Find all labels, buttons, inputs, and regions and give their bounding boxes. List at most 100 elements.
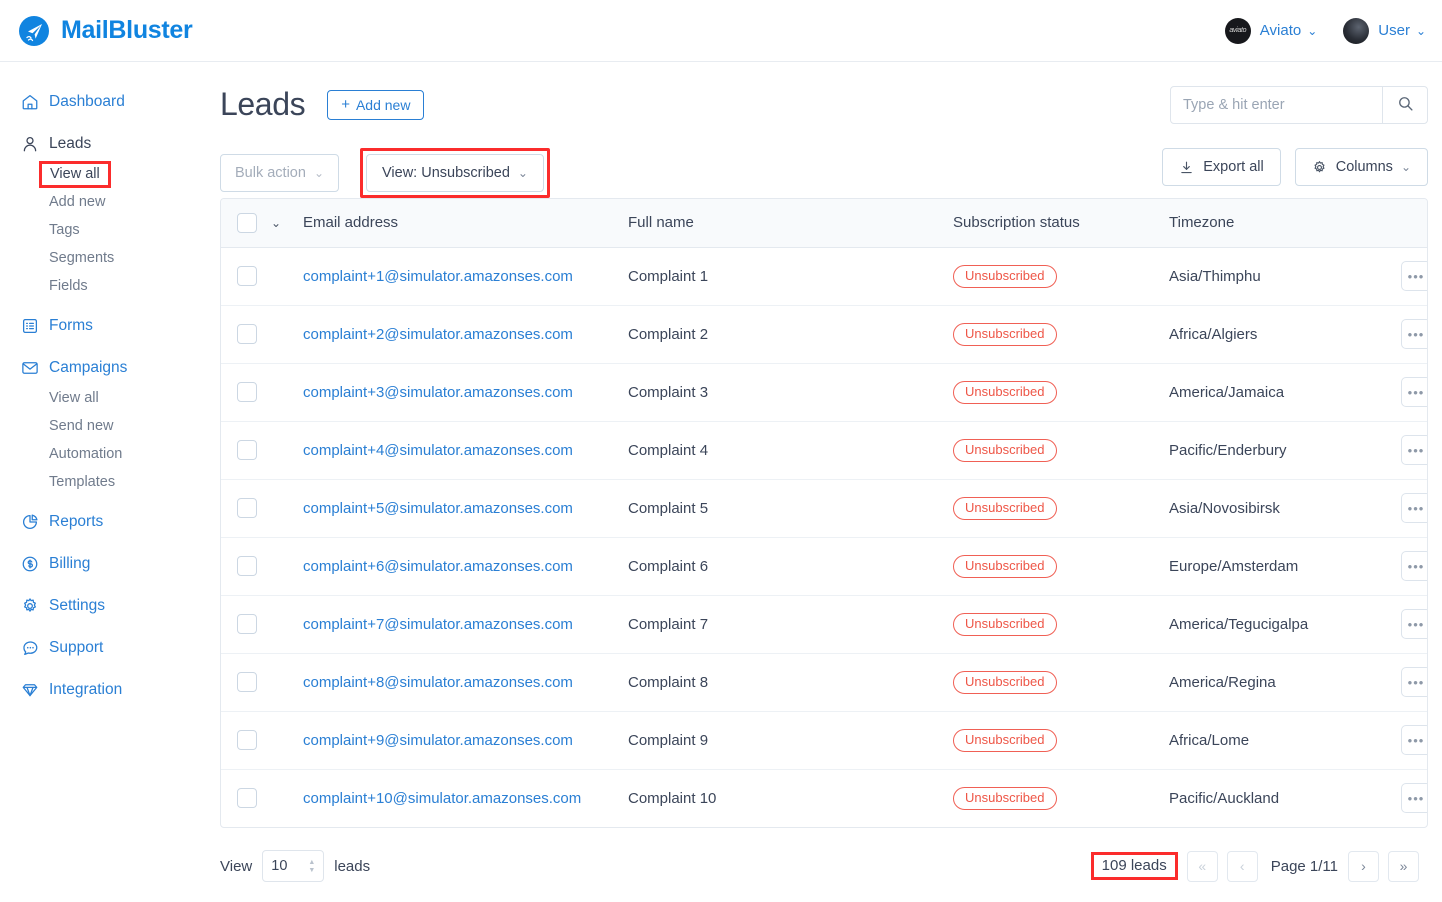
- person-icon: [20, 135, 39, 154]
- sidebar-item-support[interactable]: Support: [0, 632, 206, 664]
- stepper-arrows-icon[interactable]: ▲ ▼: [308, 859, 315, 874]
- sidebar-item-settings[interactable]: Settings: [0, 590, 206, 622]
- user-menu[interactable]: User ⌄: [1343, 17, 1426, 44]
- cell-subscription-status: Unsubscribed: [953, 247, 1169, 306]
- row-actions-button[interactable]: •••: [1401, 435, 1427, 465]
- last-page-button[interactable]: »: [1388, 850, 1419, 882]
- cell-subscription-status: Unsubscribed: [953, 479, 1169, 538]
- sidebar-item-label: Campaigns: [49, 359, 128, 376]
- row-checkbox[interactable]: [237, 556, 257, 576]
- view-filter-dropdown[interactable]: View: Unsubscribed ⌄: [366, 154, 544, 192]
- cell-actions: •••: [1401, 421, 1427, 480]
- email-link[interactable]: complaint+4@simulator.amazonses.com: [303, 442, 573, 459]
- stepper-up-icon[interactable]: ▲: [308, 859, 315, 866]
- email-link[interactable]: complaint+1@simulator.amazonses.com: [303, 268, 573, 285]
- email-link[interactable]: complaint+9@simulator.amazonses.com: [303, 732, 573, 749]
- sidebar-subitem-label: View all: [49, 390, 99, 406]
- email-link[interactable]: complaint+8@simulator.amazonses.com: [303, 674, 573, 691]
- email-link[interactable]: complaint+5@simulator.amazonses.com: [303, 500, 573, 517]
- sidebar-subitem-leads-fields[interactable]: Fields: [0, 272, 206, 300]
- row-checkbox[interactable]: [237, 324, 257, 344]
- search-input[interactable]: [1171, 87, 1382, 123]
- sidebar-subitem-leads-segments[interactable]: Segments: [0, 244, 206, 272]
- leads-table-container: ⌄ Email address Full name Subscription s…: [220, 198, 1428, 828]
- sidebar-subitem-campaigns-send-new[interactable]: Send new: [0, 412, 206, 440]
- sidebar-item-forms[interactable]: Forms: [0, 310, 206, 342]
- row-checkbox[interactable]: [237, 498, 257, 518]
- chevron-down-icon[interactable]: ⌄: [271, 216, 281, 230]
- row-checkbox[interactable]: [237, 730, 257, 750]
- row-checkbox[interactable]: [237, 614, 257, 634]
- sidebar-subitem-campaigns-templates[interactable]: Templates: [0, 468, 206, 496]
- add-new-button[interactable]: + Add new: [327, 89, 425, 120]
- prev-page-button[interactable]: ‹: [1226, 850, 1258, 882]
- sidebar-subitem-label: Tags: [49, 222, 80, 238]
- row-actions-button[interactable]: •••: [1401, 377, 1427, 407]
- bulk-action-dropdown[interactable]: Bulk action ⌄: [220, 154, 339, 192]
- cell-email: complaint+8@simulator.amazonses.com: [303, 653, 628, 712]
- email-link[interactable]: complaint+10@simulator.amazonses.com: [303, 790, 581, 807]
- cell-full-name: Complaint 5: [628, 479, 953, 538]
- cell-email: complaint+2@simulator.amazonses.com: [303, 305, 628, 364]
- row-actions-button[interactable]: •••: [1401, 667, 1427, 697]
- row-checkbox[interactable]: [237, 266, 257, 286]
- sidebar-item-dashboard[interactable]: Dashboard: [0, 86, 206, 118]
- stepper-down-icon[interactable]: ▼: [308, 867, 315, 874]
- sidebar-subitem-campaigns-view-all[interactable]: View all: [0, 384, 206, 412]
- email-link[interactable]: complaint+2@simulator.amazonses.com: [303, 326, 573, 343]
- column-header-subscription-status[interactable]: Subscription status: [953, 199, 1169, 248]
- row-checkbox[interactable]: [237, 672, 257, 692]
- next-page-button[interactable]: ›: [1348, 850, 1379, 882]
- cell-email: complaint+1@simulator.amazonses.com: [303, 247, 628, 306]
- first-page-button[interactable]: «: [1186, 850, 1218, 882]
- column-header-full-name[interactable]: Full name: [628, 199, 953, 248]
- table-head: ⌄ Email address Full name Subscription s…: [221, 199, 1427, 248]
- sidebar-subitem-leads-add-new[interactable]: Add new: [0, 188, 206, 216]
- toolbar-right-group: Export all Columns ⌄: [1162, 148, 1428, 186]
- row-actions-button[interactable]: •••: [1401, 493, 1427, 523]
- sidebar-item-reports[interactable]: Reports: [0, 506, 206, 538]
- column-header-timezone[interactable]: Timezone: [1169, 199, 1401, 248]
- row-actions-button[interactable]: •••: [1401, 551, 1427, 581]
- cell-timezone: Africa/Algiers: [1169, 305, 1401, 364]
- sidebar-item-billing[interactable]: Billing: [0, 548, 206, 580]
- sidebar-item-campaigns[interactable]: Campaigns: [0, 352, 206, 384]
- row-actions-button[interactable]: •••: [1401, 319, 1427, 349]
- user-avatar: [1343, 17, 1370, 44]
- status-badge: Unsubscribed: [953, 554, 1057, 578]
- download-icon: [1179, 160, 1194, 175]
- brand-logo-link[interactable]: MailBluster: [18, 15, 193, 47]
- search-icon: [1397, 95, 1414, 115]
- row-checkbox[interactable]: [237, 382, 257, 402]
- sidebar-item-leads[interactable]: Leads: [0, 128, 206, 160]
- account-switcher-aviato[interactable]: aviato Aviato ⌄: [1224, 17, 1317, 44]
- select-all-checkbox[interactable]: [237, 212, 257, 233]
- row-checkbox[interactable]: [237, 788, 257, 809]
- status-badge: Unsubscribed: [953, 786, 1057, 810]
- view-prefix-label: View: [220, 857, 253, 875]
- page-size-stepper[interactable]: 10 ▲ ▼: [262, 850, 325, 882]
- export-all-button[interactable]: Export all: [1162, 148, 1281, 186]
- column-header-email[interactable]: Email address: [303, 199, 628, 248]
- sidebar-subitem-leads-view-all[interactable]: View all: [0, 160, 206, 188]
- lead-count-label: 109 leads: [1101, 857, 1167, 874]
- sidebar-subitem-leads-tags[interactable]: Tags: [0, 216, 206, 244]
- columns-button[interactable]: Columns ⌄: [1294, 148, 1428, 186]
- row-checkbox[interactable]: [237, 440, 257, 460]
- email-link[interactable]: complaint+7@simulator.amazonses.com: [303, 616, 573, 633]
- row-actions-button[interactable]: •••: [1401, 725, 1427, 755]
- sidebar-item-label: Billing: [49, 555, 91, 572]
- row-actions-button[interactable]: •••: [1401, 609, 1427, 639]
- email-link[interactable]: complaint+6@simulator.amazonses.com: [303, 558, 573, 575]
- row-actions-button[interactable]: •••: [1401, 261, 1427, 291]
- cell-actions: •••: [1401, 537, 1427, 596]
- search-button[interactable]: [1382, 87, 1427, 123]
- sidebar-item-label: Reports: [49, 513, 104, 530]
- email-link[interactable]: complaint+3@simulator.amazonses.com: [303, 384, 573, 401]
- sidebar-item-integration[interactable]: Integration: [0, 674, 206, 706]
- sidebar-subitem-campaigns-automation[interactable]: Automation: [0, 440, 206, 468]
- aviato-label: Aviato: [1259, 22, 1302, 39]
- cell-subscription-status: Unsubscribed: [953, 537, 1169, 596]
- row-actions-button[interactable]: •••: [1401, 783, 1427, 814]
